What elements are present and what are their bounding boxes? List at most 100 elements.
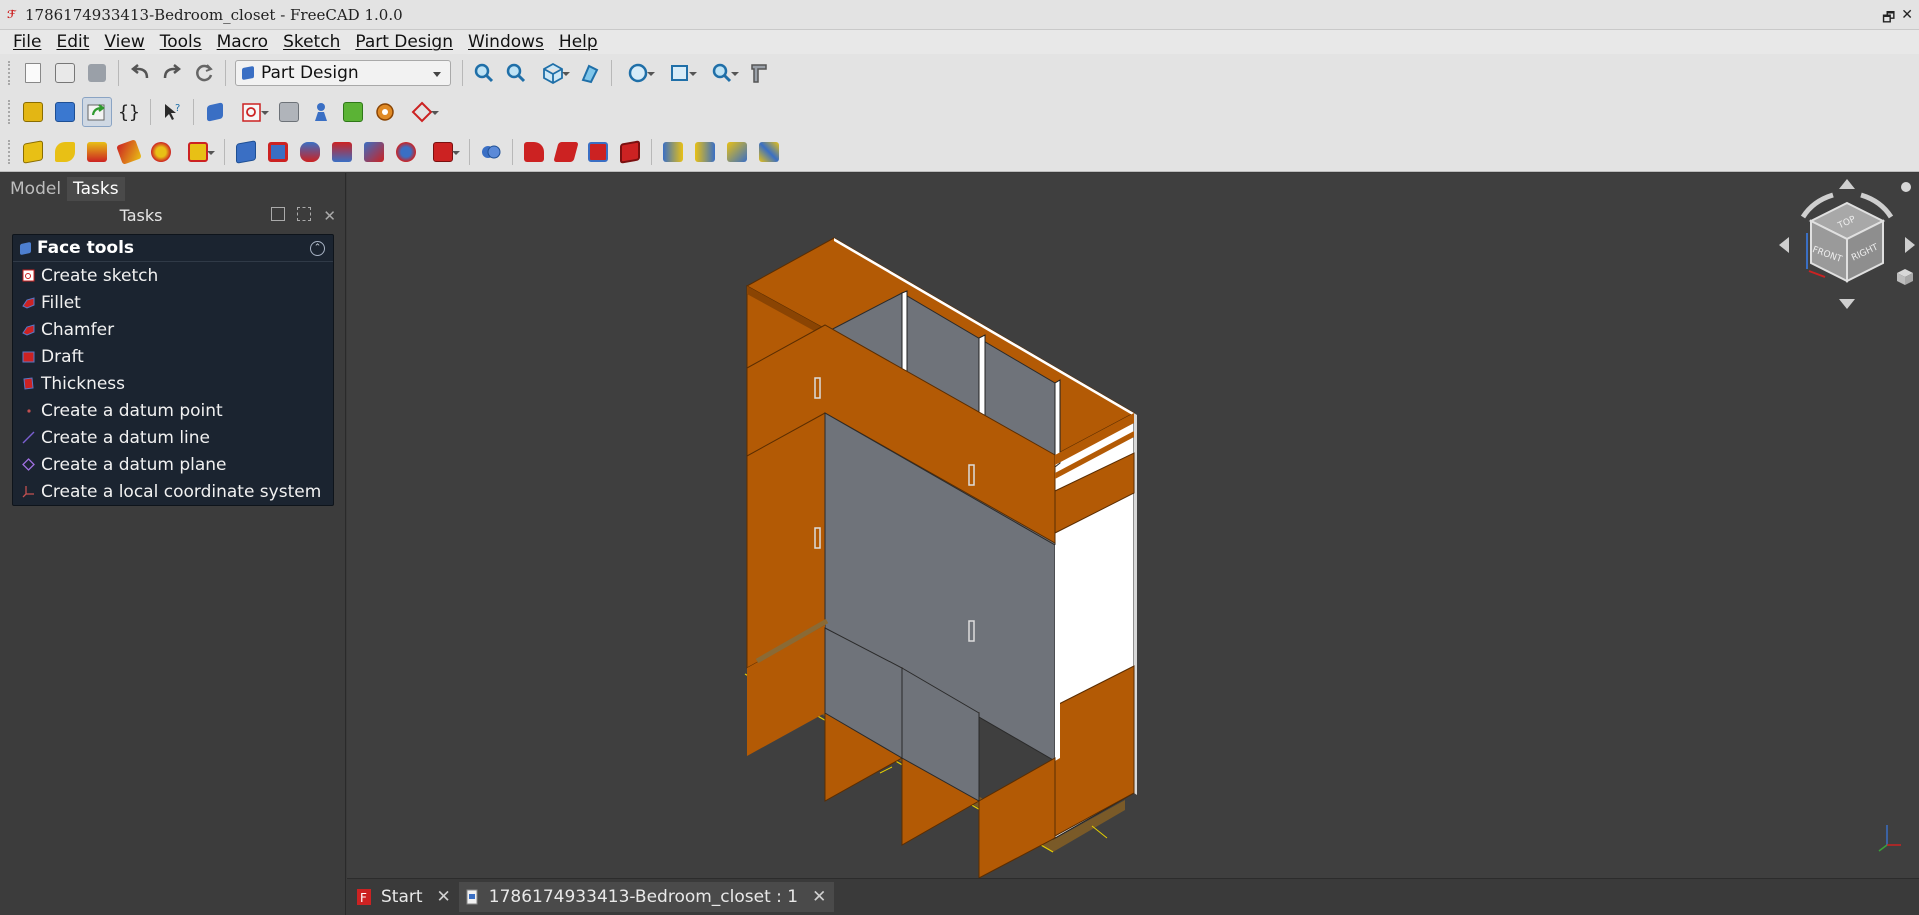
sketch-view-button[interactable] — [575, 58, 605, 88]
clone-button[interactable] — [370, 97, 400, 127]
shape-binder-button[interactable] — [306, 97, 336, 127]
pan-down-arrow-icon[interactable] — [1839, 299, 1855, 309]
mirrored-button[interactable] — [658, 137, 688, 167]
subtractive-loft-button[interactable] — [327, 137, 357, 167]
measure-tool-button[interactable] — [744, 58, 774, 88]
pad-button[interactable] — [18, 137, 48, 167]
task-label: Create a datum line — [41, 427, 211, 448]
menu-view[interactable]: View — [97, 32, 152, 52]
whats-this-button[interactable]: ? — [157, 97, 187, 127]
draw-style-button[interactable] — [618, 58, 658, 88]
menu-sketch[interactable]: Sketch — [276, 32, 348, 52]
open-document-button[interactable] — [50, 58, 80, 88]
menu-part-design[interactable]: Part Design — [348, 32, 461, 52]
task-chamfer[interactable]: Chamfer — [13, 316, 333, 343]
validate-sketch-button[interactable] — [274, 97, 304, 127]
cube-faces[interactable]: TOP FRONT RIGHT — [1808, 201, 1886, 283]
navigation-cube[interactable]: TOP FRONT RIGHT — [1775, 173, 1919, 313]
polar-pattern-button[interactable] — [722, 137, 752, 167]
task-draft[interactable]: Draft — [13, 343, 333, 370]
pan-up-arrow-icon[interactable] — [1839, 179, 1855, 189]
fit-selection-button[interactable] — [501, 58, 531, 88]
multi-transform-button[interactable] — [754, 137, 784, 167]
fit-all-button[interactable] — [469, 58, 499, 88]
additive-helix-button[interactable] — [146, 137, 176, 167]
menu-edit[interactable]: Edit — [49, 32, 97, 52]
measure-button[interactable] — [702, 58, 742, 88]
hole-icon — [268, 141, 288, 162]
tab-model[interactable]: Model — [4, 177, 67, 201]
task-create-sketch[interactable]: Create sketch — [13, 262, 333, 289]
standard-views-button[interactable] — [533, 58, 573, 88]
menu-windows[interactable]: Windows — [461, 32, 552, 52]
groove-button[interactable] — [295, 137, 325, 167]
create-sketch-button[interactable] — [232, 97, 272, 127]
additive-pipe-button[interactable] — [114, 137, 144, 167]
sub-shape-binder-button[interactable] — [338, 97, 368, 127]
menu-macro[interactable]: Macro — [210, 32, 276, 52]
task-datum-line[interactable]: Create a datum line — [13, 424, 333, 451]
create-datum-button[interactable] — [402, 97, 442, 127]
additive-loft-button[interactable] — [82, 137, 112, 167]
additive-primitive-button[interactable] — [178, 137, 218, 167]
navcube-menu-icon[interactable] — [1901, 182, 1911, 192]
task-thickness[interactable]: Thickness — [13, 370, 333, 397]
task-local-coordinate-system[interactable]: Create a local coordinate system — [13, 478, 333, 505]
linear-pattern-button[interactable] — [690, 137, 720, 167]
subtractive-pipe-button[interactable] — [359, 137, 389, 167]
subtractive-primitive-button[interactable] — [423, 137, 463, 167]
3d-view[interactable]: TOP FRONT RIGHT — [347, 173, 1919, 878]
task-box-header[interactable]: Face tools ⌃ — [13, 235, 333, 262]
close-panel-button[interactable]: ✕ — [323, 207, 336, 225]
group-button[interactable] — [50, 97, 80, 127]
subtractive-helix-button[interactable] — [391, 137, 421, 167]
link-button[interactable] — [82, 97, 112, 127]
chamfer-button[interactable] — [551, 137, 581, 167]
collapse-button[interactable]: ⌃ — [310, 241, 325, 256]
pointer-help-icon: ? — [165, 103, 180, 120]
create-body-button[interactable] — [200, 97, 230, 127]
doc-tab-start[interactable]: F Start ✕ — [351, 882, 459, 912]
draft-button[interactable] — [583, 137, 613, 167]
dock-panel-button[interactable] — [271, 207, 286, 221]
menu-tools[interactable]: Tools — [153, 32, 210, 52]
chamfer-icon — [22, 323, 35, 336]
toolbar-grip[interactable] — [8, 139, 12, 164]
task-datum-plane[interactable]: Create a datum plane — [13, 451, 333, 478]
close-tab-icon[interactable]: ✕ — [437, 887, 451, 907]
hole-button[interactable] — [263, 137, 293, 167]
save-document-button[interactable] — [82, 58, 112, 88]
close-window-button[interactable]: ✕ — [1901, 7, 1913, 31]
float-panel-button[interactable] — [297, 207, 312, 221]
restore-window-button[interactable]: 🗗 — [1882, 7, 1895, 31]
new-document-button[interactable] — [18, 58, 48, 88]
revolution-button[interactable] — [50, 137, 80, 167]
menu-file[interactable]: File — [6, 32, 49, 52]
orthographic-toggle-icon[interactable] — [1897, 269, 1913, 285]
part-container-button[interactable] — [18, 97, 48, 127]
task-fillet[interactable]: Fillet — [13, 289, 333, 316]
bounding-box-button[interactable] — [660, 58, 700, 88]
fillet-button[interactable] — [519, 137, 549, 167]
task-datum-point[interactable]: Create a datum point — [13, 397, 333, 424]
redo-button[interactable] — [157, 58, 187, 88]
undo-button[interactable] — [125, 58, 155, 88]
refresh-button[interactable] — [189, 58, 219, 88]
thickness-button[interactable] — [615, 137, 645, 167]
macro-button[interactable]: {} — [114, 97, 144, 127]
doc-tab-bedroom-closet[interactable]: 1786174933413-Bedroom_closet : 1 ✕ — [458, 882, 835, 912]
close-tab-icon[interactable]: ✕ — [812, 887, 826, 907]
pan-left-arrow-icon[interactable] — [1779, 237, 1789, 253]
toolbar-separator — [118, 60, 119, 86]
pan-right-arrow-icon[interactable] — [1905, 237, 1915, 253]
workbench-selector[interactable]: Part Design — [235, 60, 451, 86]
boolean-button[interactable] — [476, 137, 506, 167]
closet-model[interactable] — [347, 173, 1919, 878]
menu-help[interactable]: Help — [552, 32, 606, 52]
part-design-helper-toolbar: {} ? — [0, 92, 1919, 132]
toolbar-grip[interactable] — [8, 61, 12, 85]
doc-tab-label: 1786174933413-Bedroom_closet : 1 — [488, 887, 799, 907]
tab-tasks[interactable]: Tasks — [67, 177, 125, 201]
pocket-button[interactable] — [231, 137, 261, 167]
toolbar-grip[interactable] — [8, 100, 12, 124]
